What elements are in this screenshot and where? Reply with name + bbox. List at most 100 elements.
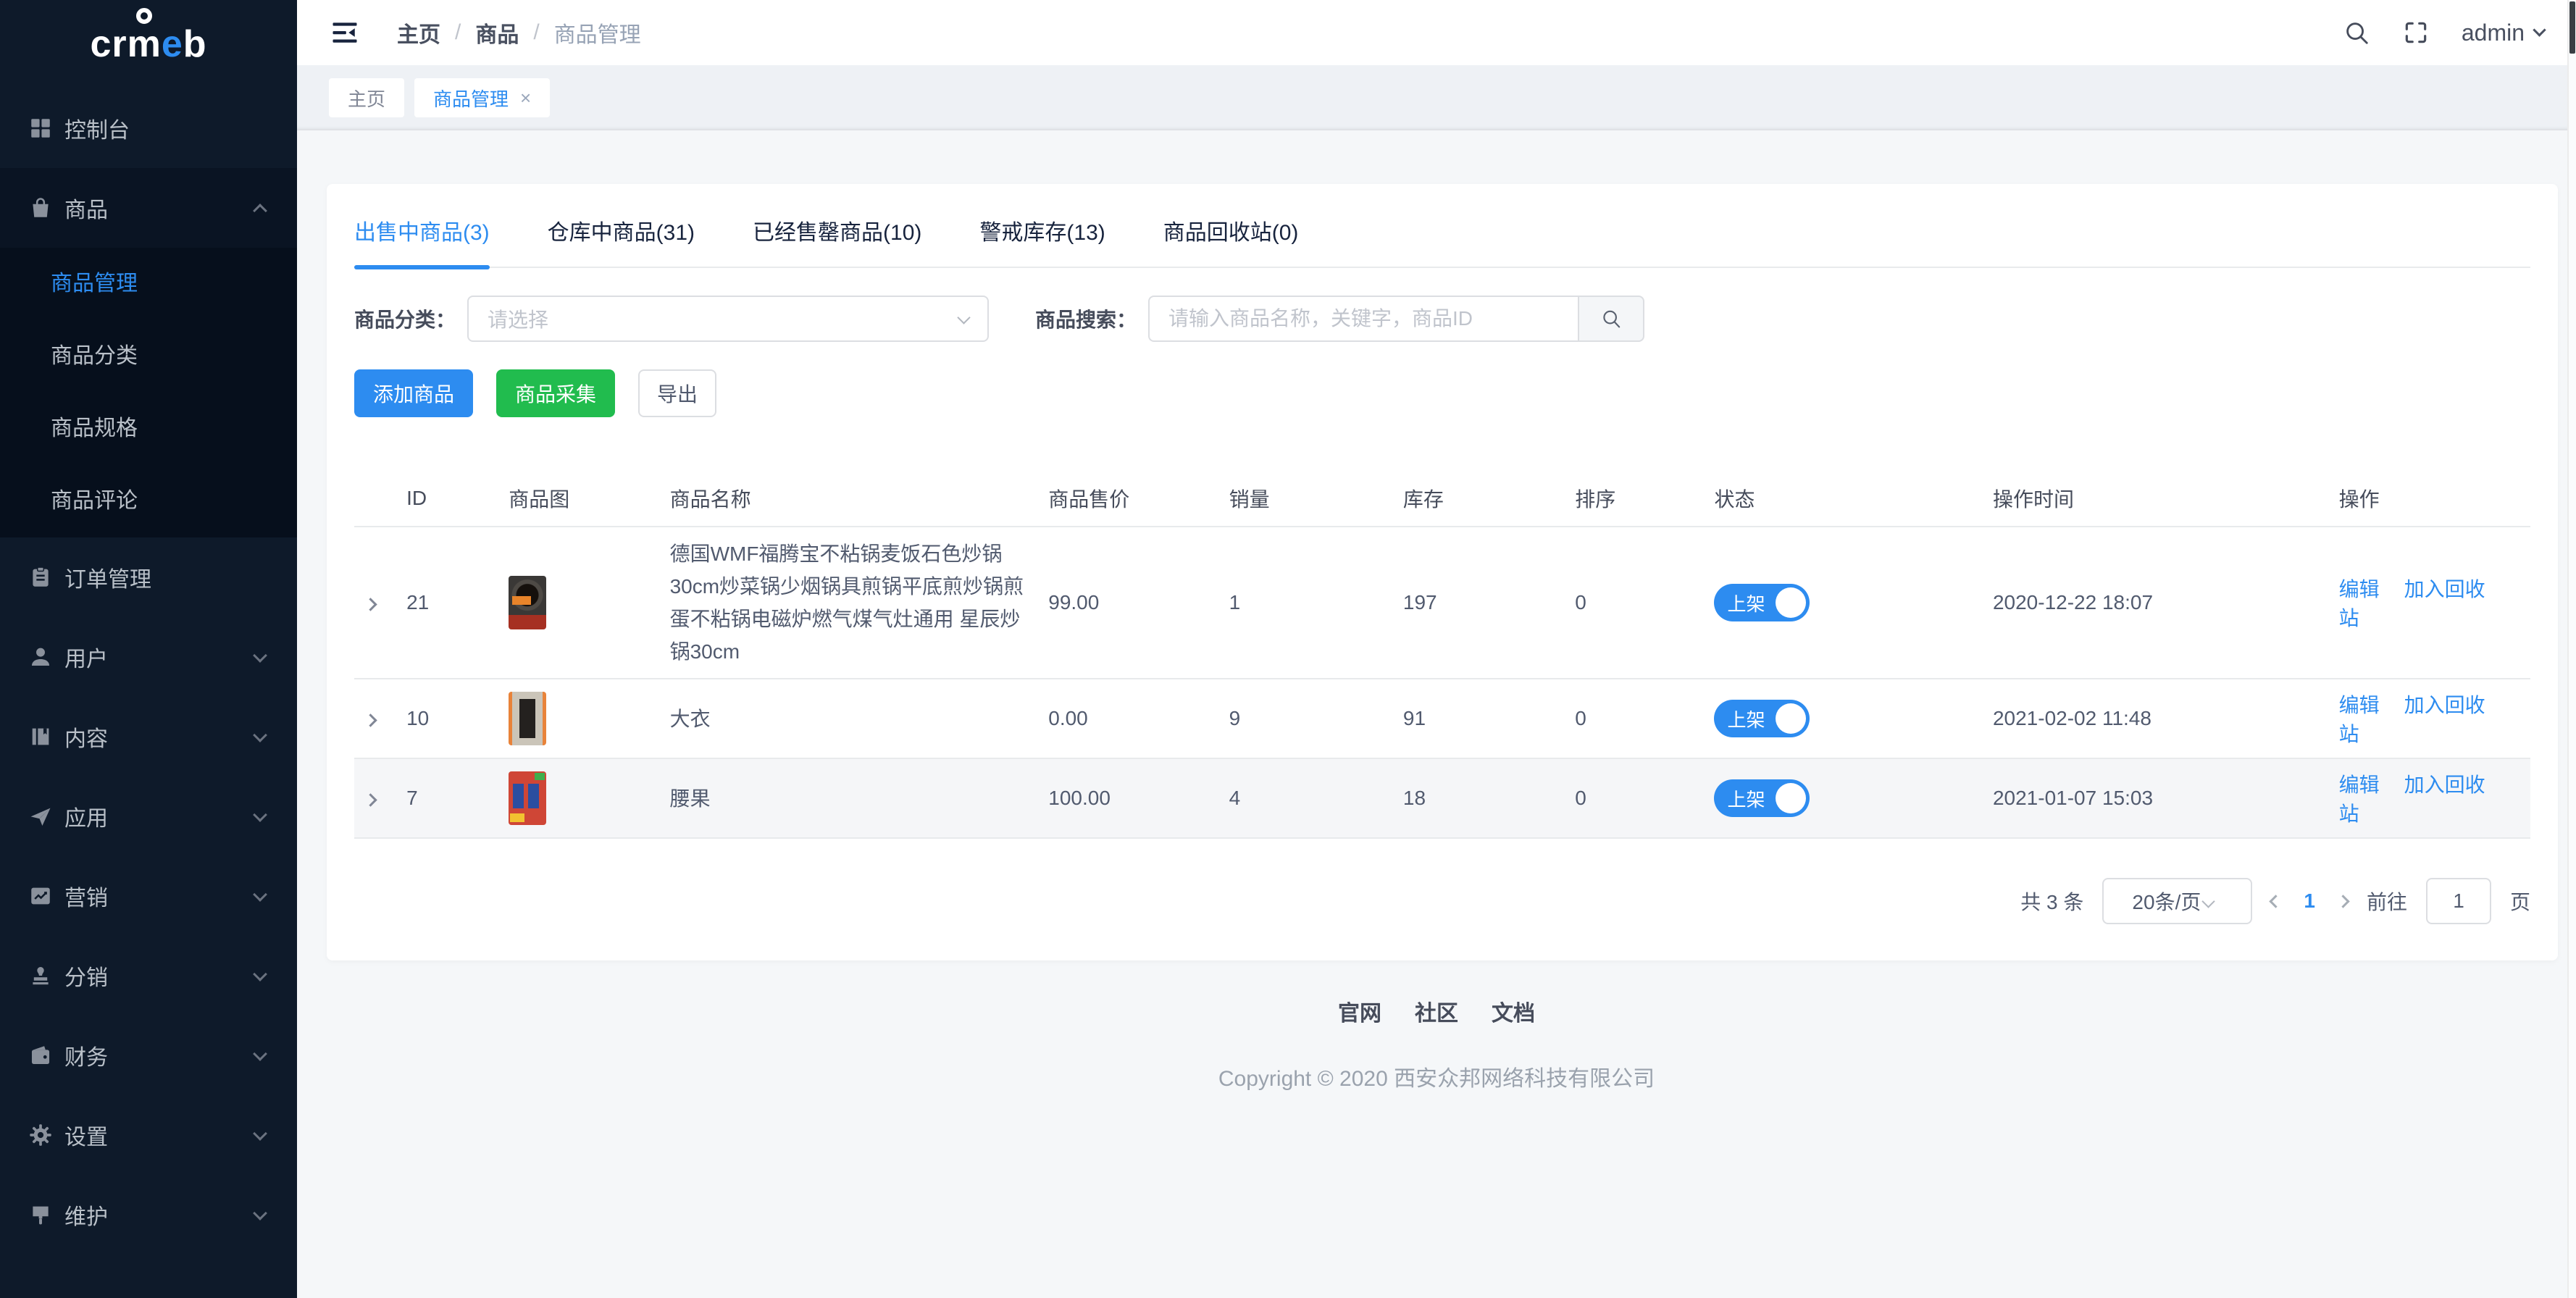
page-unit-label: 页 <box>2510 887 2530 916</box>
goods-table: ID商品图商品名称商品售价销量库存排序状态操作时间操作 21德国WMF福腾宝不粘… <box>354 472 2530 839</box>
content-book-icon <box>28 724 53 749</box>
table-header-row: ID商品图商品名称商品售价销量库存排序状态操作时间操作 <box>354 472 2530 527</box>
tab-4[interactable]: 商品回收站(0) <box>1163 214 1299 267</box>
col-header: ID <box>406 472 509 527</box>
official-site-link[interactable]: 官网 <box>1338 995 1381 1027</box>
logo-part: b <box>183 22 207 66</box>
page-size-select[interactable]: 20条/页 <box>2102 878 2252 924</box>
sidebar-item-goods[interactable]: 商品 <box>0 168 297 248</box>
search-group <box>1148 296 1644 342</box>
current-page[interactable]: 1 <box>2299 889 2320 913</box>
search-label: 商品搜索： <box>1035 304 1137 333</box>
tab-3[interactable]: 警戒库存(13) <box>979 214 1105 267</box>
col-expand <box>354 472 406 527</box>
product-image-coat[interactable] <box>509 692 546 745</box>
close-icon[interactable]: × <box>520 87 531 109</box>
row-expand-chevron-icon[interactable] <box>364 793 377 806</box>
prev-page-button[interactable] <box>2270 895 2283 908</box>
sidebar-subitem-goods-category[interactable]: 商品分类 <box>0 320 297 393</box>
tag-label: 商品管理 <box>433 85 509 112</box>
edit-link[interactable]: 编辑 <box>2339 774 2380 796</box>
status-toggle[interactable]: 上架 <box>1714 584 1810 621</box>
sidebar-group-marketing: 营销 <box>0 856 297 936</box>
edit-link[interactable]: 编辑 <box>2339 578 2380 600</box>
breadcrumb-item[interactable]: 主页 <box>397 17 440 49</box>
scrollbar-thumb[interactable] <box>2569 1 2575 54</box>
search-submit-button[interactable] <box>1578 296 1644 342</box>
collapse-sidebar-icon[interactable] <box>329 17 361 49</box>
cell-actions: 编辑加入回收站 <box>2339 679 2530 758</box>
category-select[interactable]: 请选择 <box>467 296 989 342</box>
col-header: 销量 <box>1229 472 1403 527</box>
total-count: 共 3 条 <box>2020 887 2083 916</box>
sidebar-item-maintenance[interactable]: 维护 <box>0 1175 297 1255</box>
main-column: 主页/商品/商品管理 admin 主页商品管理× 出售中商品(3)仓 <box>297 0 2576 1298</box>
product-image-jars[interactable] <box>509 771 546 825</box>
fullscreen-icon[interactable] <box>2402 19 2430 46</box>
collect-goods-button[interactable]: 商品采集 <box>496 369 615 417</box>
breadcrumb-separator: / <box>533 20 539 45</box>
status-toggle-label: 上架 <box>1727 590 1765 616</box>
sidebar-item-marketing[interactable]: 营销 <box>0 856 297 936</box>
search-icon[interactable] <box>2343 19 2370 46</box>
add-goods-button[interactable]: 添加商品 <box>354 369 473 417</box>
status-toggle[interactable]: 上架 <box>1714 779 1810 817</box>
goto-page-input[interactable] <box>2426 878 2491 924</box>
cell-actions: 编辑加入回收站 <box>2339 527 2530 679</box>
sidebar-item-label: 控制台 <box>64 112 130 144</box>
tag-0[interactable]: 主页 <box>329 78 404 117</box>
goods-tabs: 出售中商品(3) 仓库中商品(31) 已经售罄商品(10) 警戒库存(13) 商品回收站… <box>354 184 2530 268</box>
tab-1[interactable]: 仓库中商品(31) <box>548 214 695 267</box>
tag-label: 主页 <box>348 85 385 112</box>
col-header: 操作 <box>2339 472 2530 527</box>
row-expand-chevron-icon[interactable] <box>364 713 377 727</box>
sidebar-subitem-goods-comment[interactable]: 商品评论 <box>0 465 297 537</box>
status-toggle[interactable]: 上架 <box>1714 700 1810 737</box>
pagination: 共 3 条 20条/页 1 前往 页 <box>354 878 2530 960</box>
brand-logo[interactable]: crmeb <box>0 0 297 88</box>
sidebar-item-content[interactable]: 内容 <box>0 697 297 776</box>
goods-search-input[interactable] <box>1148 296 1578 342</box>
sidebar-item-distribution[interactable]: 分销 <box>0 936 297 1016</box>
cell-sort: 0 <box>1575 679 1714 758</box>
brand-logo-text: crmeb <box>90 22 206 66</box>
sidebar-item-orders[interactable]: 订单管理 <box>0 537 297 617</box>
scrollbar-track[interactable] <box>2567 0 2576 1298</box>
filter-row: 商品分类： 请选择 商品搜索： <box>354 296 2530 342</box>
sidebar-item-label: 内容 <box>64 721 108 753</box>
stamp-icon <box>28 963 53 988</box>
product-image-wok[interactable] <box>509 576 546 629</box>
sidebar-item-finance[interactable]: 财务 <box>0 1016 297 1095</box>
sidebar-item-apps[interactable]: 应用 <box>0 776 297 856</box>
tab-2[interactable]: 已经售罄商品(10) <box>753 214 921 267</box>
sidebar-item-label: 营销 <box>64 880 108 912</box>
row-expand-chevron-icon[interactable] <box>364 598 377 611</box>
user-menu[interactable]: admin <box>2462 20 2544 46</box>
chevron-down-icon <box>253 887 267 902</box>
chevron-down-icon <box>253 1206 267 1220</box>
toggle-knob <box>1776 783 1806 813</box>
edit-link[interactable]: 编辑 <box>2339 694 2380 716</box>
gear-icon <box>28 1123 53 1147</box>
export-button[interactable]: 导出 <box>638 369 716 417</box>
docs-link[interactable]: 文档 <box>1492 995 1535 1027</box>
chevron-down-icon <box>253 648 267 663</box>
sidebar-group-users: 用户 <box>0 617 297 697</box>
sidebar-subitem-goods-spec[interactable]: 商品规格 <box>0 393 297 465</box>
breadcrumb-item[interactable]: 商品 <box>475 17 519 49</box>
cell-sort: 0 <box>1575 527 1714 679</box>
community-link[interactable]: 社区 <box>1415 995 1458 1027</box>
cell-image <box>509 527 669 679</box>
next-page-button[interactable] <box>2336 895 2349 908</box>
sidebar-item-dashboard[interactable]: 控制台 <box>0 88 297 168</box>
sidebar-subitem-goods-manage[interactable]: 商品管理 <box>0 248 297 320</box>
sidebar-item-settings[interactable]: 设置 <box>0 1095 297 1175</box>
cell-stock: 197 <box>1403 527 1575 679</box>
cell-expand <box>354 527 406 679</box>
col-header: 商品图 <box>509 472 669 527</box>
sidebar-item-users[interactable]: 用户 <box>0 617 297 697</box>
tag-active[interactable]: 商品管理 × <box>414 78 550 117</box>
cell-name: 大衣 <box>670 679 1049 758</box>
chevron-down-icon <box>253 1126 267 1141</box>
tab-0[interactable]: 出售中商品(3) <box>354 214 490 267</box>
